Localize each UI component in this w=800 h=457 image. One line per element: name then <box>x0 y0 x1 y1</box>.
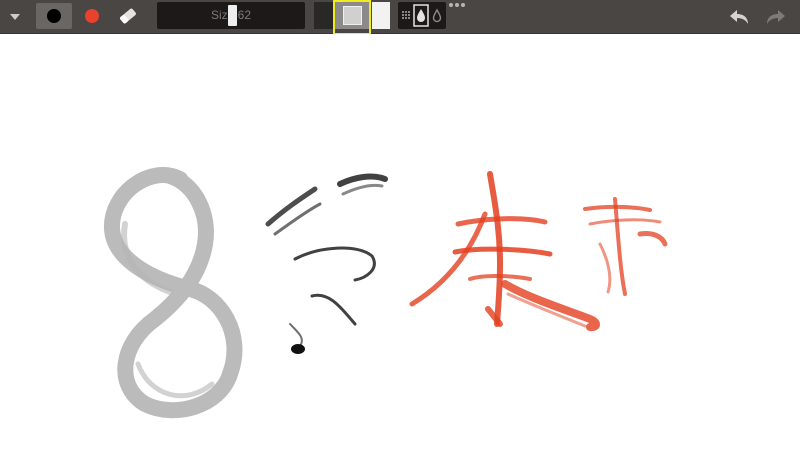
size-slider-thumb[interactable] <box>228 5 237 26</box>
opacity-option-light[interactable] <box>372 2 390 29</box>
gray-brush-stroke <box>104 167 243 419</box>
more-options-button[interactable] <box>447 0 467 10</box>
undo-arrow-icon <box>730 10 748 24</box>
eraser-icon <box>120 8 136 24</box>
mode-selector <box>398 2 446 29</box>
toolbar: Size 62 <box>0 0 800 35</box>
black-brush-stroke <box>265 173 388 354</box>
color-button[interactable] <box>80 5 104 27</box>
red-brush-stroke <box>409 171 668 332</box>
eraser-button[interactable] <box>114 4 142 28</box>
undo-button[interactable] <box>726 6 752 28</box>
drawing-canvas[interactable] <box>0 34 800 457</box>
brush-tip-icon <box>47 9 61 23</box>
water-drop-icon[interactable] <box>432 8 442 23</box>
ink-drop-icon[interactable] <box>413 4 429 27</box>
opacity-option-dark[interactable] <box>314 2 333 29</box>
more-dots-icon <box>449 3 465 7</box>
brush-button[interactable] <box>36 3 72 29</box>
color-swatch-icon <box>85 9 99 23</box>
grid-icon[interactable] <box>402 11 410 19</box>
size-slider[interactable]: Size 62 <box>157 2 305 29</box>
menu-button[interactable] <box>2 6 28 26</box>
triangle-down-icon <box>10 14 20 20</box>
redo-arrow-icon <box>767 10 785 24</box>
redo-button[interactable] <box>763 6 789 28</box>
selection-highlight <box>333 0 371 35</box>
